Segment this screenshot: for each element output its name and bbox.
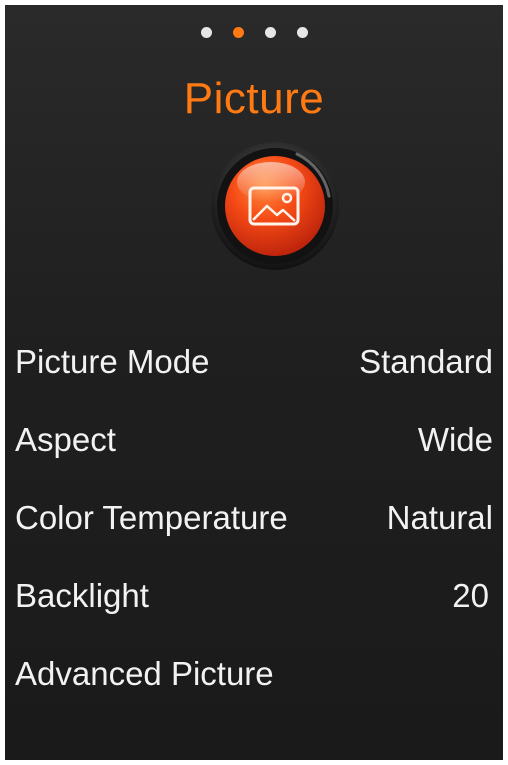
settings-row-advanced-picture[interactable]: Advanced Picture bbox=[5, 635, 503, 713]
page-dot-1[interactable] bbox=[200, 27, 212, 38]
setting-label: Backlight bbox=[15, 577, 149, 614]
setting-label: Advanced Picture bbox=[15, 655, 274, 692]
page-dot-4[interactable] bbox=[296, 27, 308, 38]
setting-label: Aspect bbox=[15, 421, 116, 458]
setting-value: 20 bbox=[452, 577, 489, 614]
settings-row-backlight[interactable]: Backlight 20 bbox=[5, 557, 503, 635]
page-dot-2-active[interactable] bbox=[232, 27, 244, 38]
settings-list: Picture Mode Standard Aspect Wide Color … bbox=[5, 323, 503, 713]
picture-category-icon bbox=[209, 140, 341, 272]
image-icon bbox=[211, 142, 339, 270]
setting-label: Color Temperature bbox=[15, 499, 288, 536]
page-title: Picture bbox=[183, 74, 325, 123]
setting-value: Natural bbox=[386, 499, 493, 536]
setting-value: Wide bbox=[417, 421, 493, 458]
page-indicator bbox=[5, 27, 503, 38]
settings-row-color-temperature[interactable]: Color Temperature Natural bbox=[5, 479, 503, 557]
settings-row-aspect[interactable]: Aspect Wide bbox=[5, 401, 503, 479]
page-dot-3[interactable] bbox=[264, 27, 276, 38]
picture-settings-screen: Picture Picture Mode Standard Aspect Wid… bbox=[5, 5, 503, 760]
setting-label: Picture Mode bbox=[15, 343, 210, 380]
settings-row-picture-mode[interactable]: Picture Mode Standard bbox=[5, 323, 503, 401]
setting-value: Standard bbox=[359, 343, 493, 380]
